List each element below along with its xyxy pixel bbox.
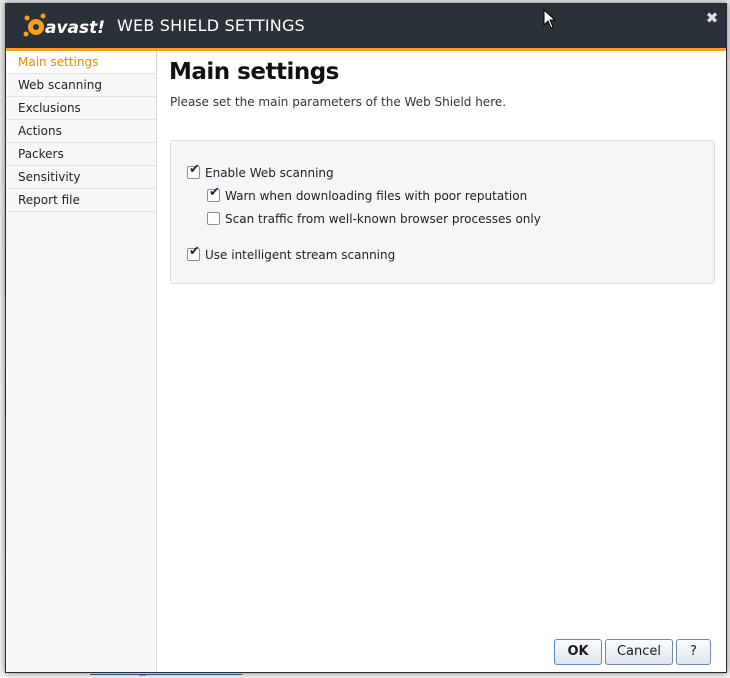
main-content: Main settings Please set the main parame… (157, 51, 726, 672)
checkmark-icon: ✔ (189, 162, 200, 177)
dialog-title: WEB SHIELD SETTINGS (117, 16, 305, 35)
sidebar-item-packers[interactable]: Packers (6, 143, 156, 166)
ok-button[interactable]: OK (554, 639, 602, 665)
sidebar-item-exclusions[interactable]: Exclusions (6, 97, 156, 120)
sidebar-item-actions[interactable]: Actions (6, 120, 156, 143)
page-title: Main settings (169, 59, 339, 85)
option-label: Use intelligent stream scanning (205, 248, 396, 262)
scan-browser-traffic-checkbox[interactable] (207, 212, 220, 225)
sidebar-item-web-scanning[interactable]: Web scanning (6, 74, 156, 97)
avast-logo: avast! (23, 13, 105, 38)
web-shield-settings-dialog: avast! WEB SHIELD SETTINGS ✖ Main settin… (5, 3, 727, 673)
option-label: Scan traffic from well-known browser pro… (225, 212, 541, 226)
enable-web-scanning-checkbox[interactable]: ✔ (187, 162, 200, 179)
option-label: Warn when downloading files with poor re… (225, 189, 528, 203)
checkmark-icon: ✔ (189, 244, 200, 259)
warn-poor-reputation-checkbox[interactable]: ✔ (207, 185, 220, 202)
sidebar-item-report-file[interactable]: Report file (6, 189, 156, 212)
dialog-titlebar: avast! WEB SHIELD SETTINGS ✖ (6, 4, 726, 51)
close-icon[interactable]: ✖ (700, 7, 724, 29)
settings-sidebar: Main settings Web scanning Exclusions Ac… (6, 51, 157, 672)
logo-text: avast! (45, 18, 105, 38)
sidebar-item-main-settings[interactable]: Main settings (6, 51, 156, 74)
help-button[interactable]: ? (676, 639, 711, 665)
options-panel: ✔ Enable Web scanning ✔ Warn when downlo… (170, 140, 715, 284)
mouse-cursor-icon (543, 9, 557, 29)
option-label: Enable Web scanning (205, 166, 334, 180)
checkmark-icon: ✔ (209, 185, 220, 200)
page-subtitle: Please set the main parameters of the We… (170, 95, 507, 109)
sidebar-item-sensitivity[interactable]: Sensitivity (6, 166, 156, 189)
cancel-button[interactable]: Cancel (605, 639, 673, 665)
intelligent-stream-scanning-checkbox[interactable]: ✔ (187, 244, 200, 261)
